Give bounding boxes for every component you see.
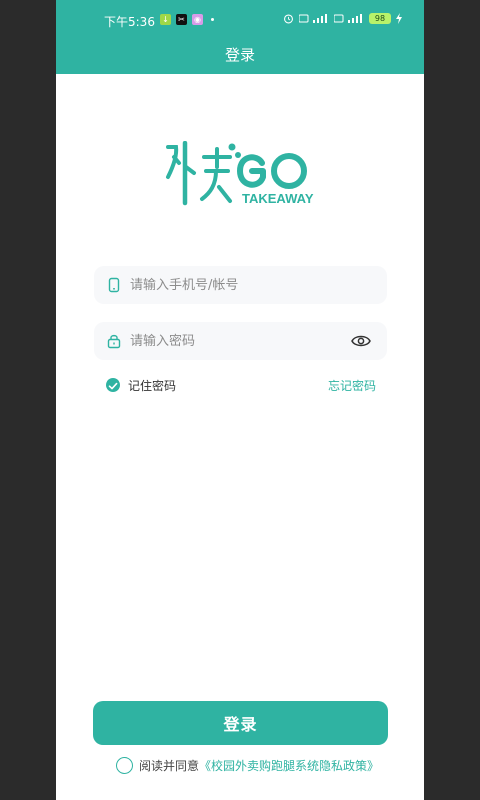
- app-icon: ◉: [192, 14, 203, 25]
- charging-icon: [396, 13, 402, 24]
- alarm-icon: [284, 14, 293, 24]
- status-notification-icons: ↓ ✂ ◉: [160, 14, 214, 25]
- privacy-policy-link[interactable]: 《校园外卖购跑腿系统隐私政策》: [199, 757, 379, 774]
- password-input[interactable]: [128, 332, 342, 350]
- remember-label: 记住密码: [128, 379, 177, 393]
- more-dot-icon: [211, 18, 214, 21]
- lock-icon: [106, 333, 122, 349]
- svg-text:TAKEAWAY: TAKEAWAY: [242, 191, 314, 206]
- password-field: [94, 322, 387, 360]
- status-system-icons: 98: [283, 13, 402, 24]
- account-field: [94, 266, 387, 304]
- battery-icon: 98: [369, 13, 391, 24]
- capcut-icon: ✂: [176, 14, 187, 25]
- hd-signal-icon: [299, 14, 327, 23]
- phone-icon: [106, 277, 122, 293]
- app-logo: TAKEAWAY: [166, 141, 314, 206]
- remember-checkbox[interactable]: [106, 378, 120, 392]
- page-title: 登录: [224, 46, 255, 64]
- left-background: [0, 0, 56, 800]
- download-icon: ↓: [160, 14, 171, 25]
- app-screen: 下午5:36 ↓ ✂ ◉ 98 登录 TAKEAWAY 请输入手机号/帐号 记住…: [56, 0, 424, 800]
- account-input[interactable]: [128, 276, 342, 294]
- check-icon: [108, 382, 118, 390]
- eye-icon[interactable]: [351, 332, 371, 350]
- agreement-row: 阅读并同意 《校园外卖购跑腿系统隐私政策》: [116, 755, 379, 775]
- agreement-checkbox[interactable]: [116, 756, 133, 774]
- login-button[interactable]: 登录: [93, 701, 388, 745]
- forgot-password-link[interactable]: 忘记密码: [328, 377, 376, 394]
- remember-row: 记住密码 忘记密码: [106, 375, 376, 397]
- header-bar: 下午5:36 ↓ ✂ ◉ 98 登录: [56, 0, 424, 74]
- right-background: [424, 0, 480, 800]
- hd-signal-2-icon: [334, 14, 362, 23]
- status-time: 下午5:36: [104, 15, 155, 29]
- agreement-prefix: 阅读并同意: [139, 758, 200, 773]
